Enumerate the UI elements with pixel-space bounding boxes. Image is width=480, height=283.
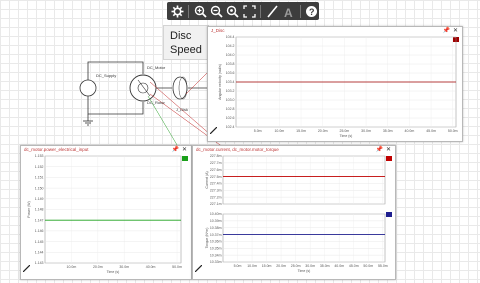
- disc-speed-tooltip: Disc Speed: [163, 25, 209, 60]
- y-tick-label: 1.153: [35, 154, 44, 158]
- y-tick-label: 227.5m: [210, 175, 222, 179]
- dc-motor-symbol[interactable]: [129, 74, 157, 102]
- speed-plot-area: 104.4 104.2 104.0 103.8 103.6 103.4 103.2 103.0…: [218, 35, 458, 138]
- y-axis-label: Current (A): [205, 171, 209, 188]
- y-tick-label: 1.151: [35, 176, 44, 180]
- tooltip-line-1: Disc: [170, 30, 192, 42]
- y-tick-label: 1.149: [35, 197, 44, 201]
- x-axis-label: Time (s): [107, 270, 120, 274]
- current-torque-plot-panel[interactable]: dc_motor.current, dc_motor.motor_torque …: [192, 145, 396, 280]
- y-tick-label: 10.35m: [210, 246, 222, 250]
- resize-handle[interactable]: [22, 259, 31, 277]
- y-axis-label: Torque (N*m): [205, 228, 209, 249]
- x-tick-label: 40.0m: [405, 129, 415, 133]
- x-axis-label: Time (s): [298, 269, 311, 273]
- y-tick-label: 10.34m: [210, 253, 222, 257]
- y-tick-label: 10.38m: [210, 226, 222, 230]
- dc-supply-label: DC_Supply: [96, 73, 117, 78]
- y-tick-label: 103.2: [226, 89, 235, 93]
- dc-motor-label: DC_Motor: [147, 65, 166, 70]
- x-tick-label: 15.0m: [296, 129, 306, 133]
- x-tick-label: 50.0m: [172, 265, 182, 269]
- x-tick-label: 20.0m: [276, 264, 286, 268]
- y-tick-label: 1.144: [35, 251, 44, 255]
- x-tick-label: 50.0m: [448, 129, 458, 133]
- y-tick-label: 227.4m: [210, 182, 222, 186]
- y-tick-label: 1.147: [35, 218, 44, 222]
- y-tick-label: 103.4: [226, 80, 235, 84]
- y-tick-label: 1.148: [35, 208, 44, 212]
- x-tick-label: 45.0m: [349, 264, 359, 268]
- dc-supply-symbol[interactable]: [79, 79, 97, 97]
- dc-rotor-label: DC_Rotor: [147, 100, 165, 105]
- x-tick-label: 15.0m: [262, 264, 272, 268]
- x-tick-label: 40.0m: [334, 264, 344, 268]
- power-plot-area: 1.153 1.152 1.151 1.150 1.149 1.148 1.147 1.146…: [27, 154, 182, 274]
- y-tick-label: 227.6m: [210, 168, 222, 172]
- y-tick-label: 1.145: [35, 240, 44, 244]
- y-tick-label: 10.33m: [210, 260, 222, 264]
- x-tick-label: 5.0m: [254, 129, 262, 133]
- x-tick-label: 30.0m: [119, 265, 129, 269]
- y-tick-label: 102.8: [226, 107, 235, 111]
- y-tick-label: 104.4: [226, 35, 235, 39]
- y-axis-label: Power (W): [27, 201, 31, 218]
- y-tick-label: 1.152: [35, 165, 44, 169]
- x-tick-label: 25.0m: [340, 129, 350, 133]
- x-tick-label: 25.0m: [291, 264, 301, 268]
- y-axis-label: Angular velocity (rad/s): [218, 64, 222, 100]
- y-tick-label: 103.6: [226, 71, 235, 75]
- x-tick-label: 30.0m: [305, 264, 315, 268]
- y-tick-label: 103.8: [226, 62, 235, 66]
- y-tick-label: 227.8m: [210, 154, 222, 158]
- tooltip-line-2: Speed: [170, 44, 202, 56]
- x-tick-label: 35.0m: [320, 264, 330, 268]
- x-axis-label: Time (s): [340, 134, 353, 138]
- plot-frame: [222, 155, 386, 205]
- ground-symbol: [83, 120, 93, 126]
- plot-frame: [222, 213, 386, 263]
- y-tick-label: 103.0: [226, 98, 235, 102]
- y-tick-label: 1.146: [35, 229, 44, 233]
- x-tick-label: 10.0m: [247, 264, 257, 268]
- y-tick-label: 1.143: [35, 261, 44, 265]
- power-plot-panel[interactable]: dc_motor.power_electrical_input 📌 ✕ 1.15…: [20, 145, 192, 280]
- x-tick-label: 5.0m: [234, 264, 242, 268]
- y-tick-label: 104.2: [226, 44, 235, 48]
- y-tick-label: 227.3m: [210, 188, 222, 192]
- y-tick-label: 10.40m: [210, 212, 222, 216]
- resize-handle[interactable]: [194, 259, 203, 277]
- y-tick-label: 10.37m: [210, 233, 222, 237]
- x-tick-label: 10.0m: [67, 265, 77, 269]
- x-tick-label: 20.0m: [93, 265, 103, 269]
- resize-handle[interactable]: [209, 121, 218, 139]
- y-tick-label: 104.0: [226, 53, 235, 57]
- speed-plot-panel[interactable]: J_Disc 📌 ✕ 104.4 104.2 104.0 103.8 103.6 103.…: [207, 26, 463, 142]
- x-tick-label: 45.0m: [426, 129, 436, 133]
- y-tick-label: 102.6: [226, 116, 235, 120]
- disc-label: J_Disk: [176, 107, 189, 112]
- y-tick-label: 102.4: [226, 125, 235, 129]
- current-torque-plot-area: 227.8m 227.7m 227.6m 227.5m 227.4m 227.3m 227.…: [205, 154, 388, 273]
- y-tick-label: 10.39m: [210, 219, 222, 223]
- y-tick-label: 227.7m: [210, 161, 222, 165]
- y-tick-label: 227.1m: [210, 202, 222, 206]
- x-tick-label: 10.0m: [274, 129, 284, 133]
- y-tick-label: 10.36m: [210, 240, 222, 244]
- x-tick-label: 40.0m: [146, 265, 156, 269]
- x-tick-label: 20.0m: [318, 129, 328, 133]
- x-tick-label: 55.0m: [378, 264, 388, 268]
- y-tick-label: 227.2m: [210, 195, 222, 199]
- y-tick-label: 1.150: [35, 186, 44, 190]
- x-tick-label: 30.0m: [361, 129, 371, 133]
- x-tick-label: 35.0m: [383, 129, 393, 133]
- x-tick-label: 50.0m: [363, 264, 373, 268]
